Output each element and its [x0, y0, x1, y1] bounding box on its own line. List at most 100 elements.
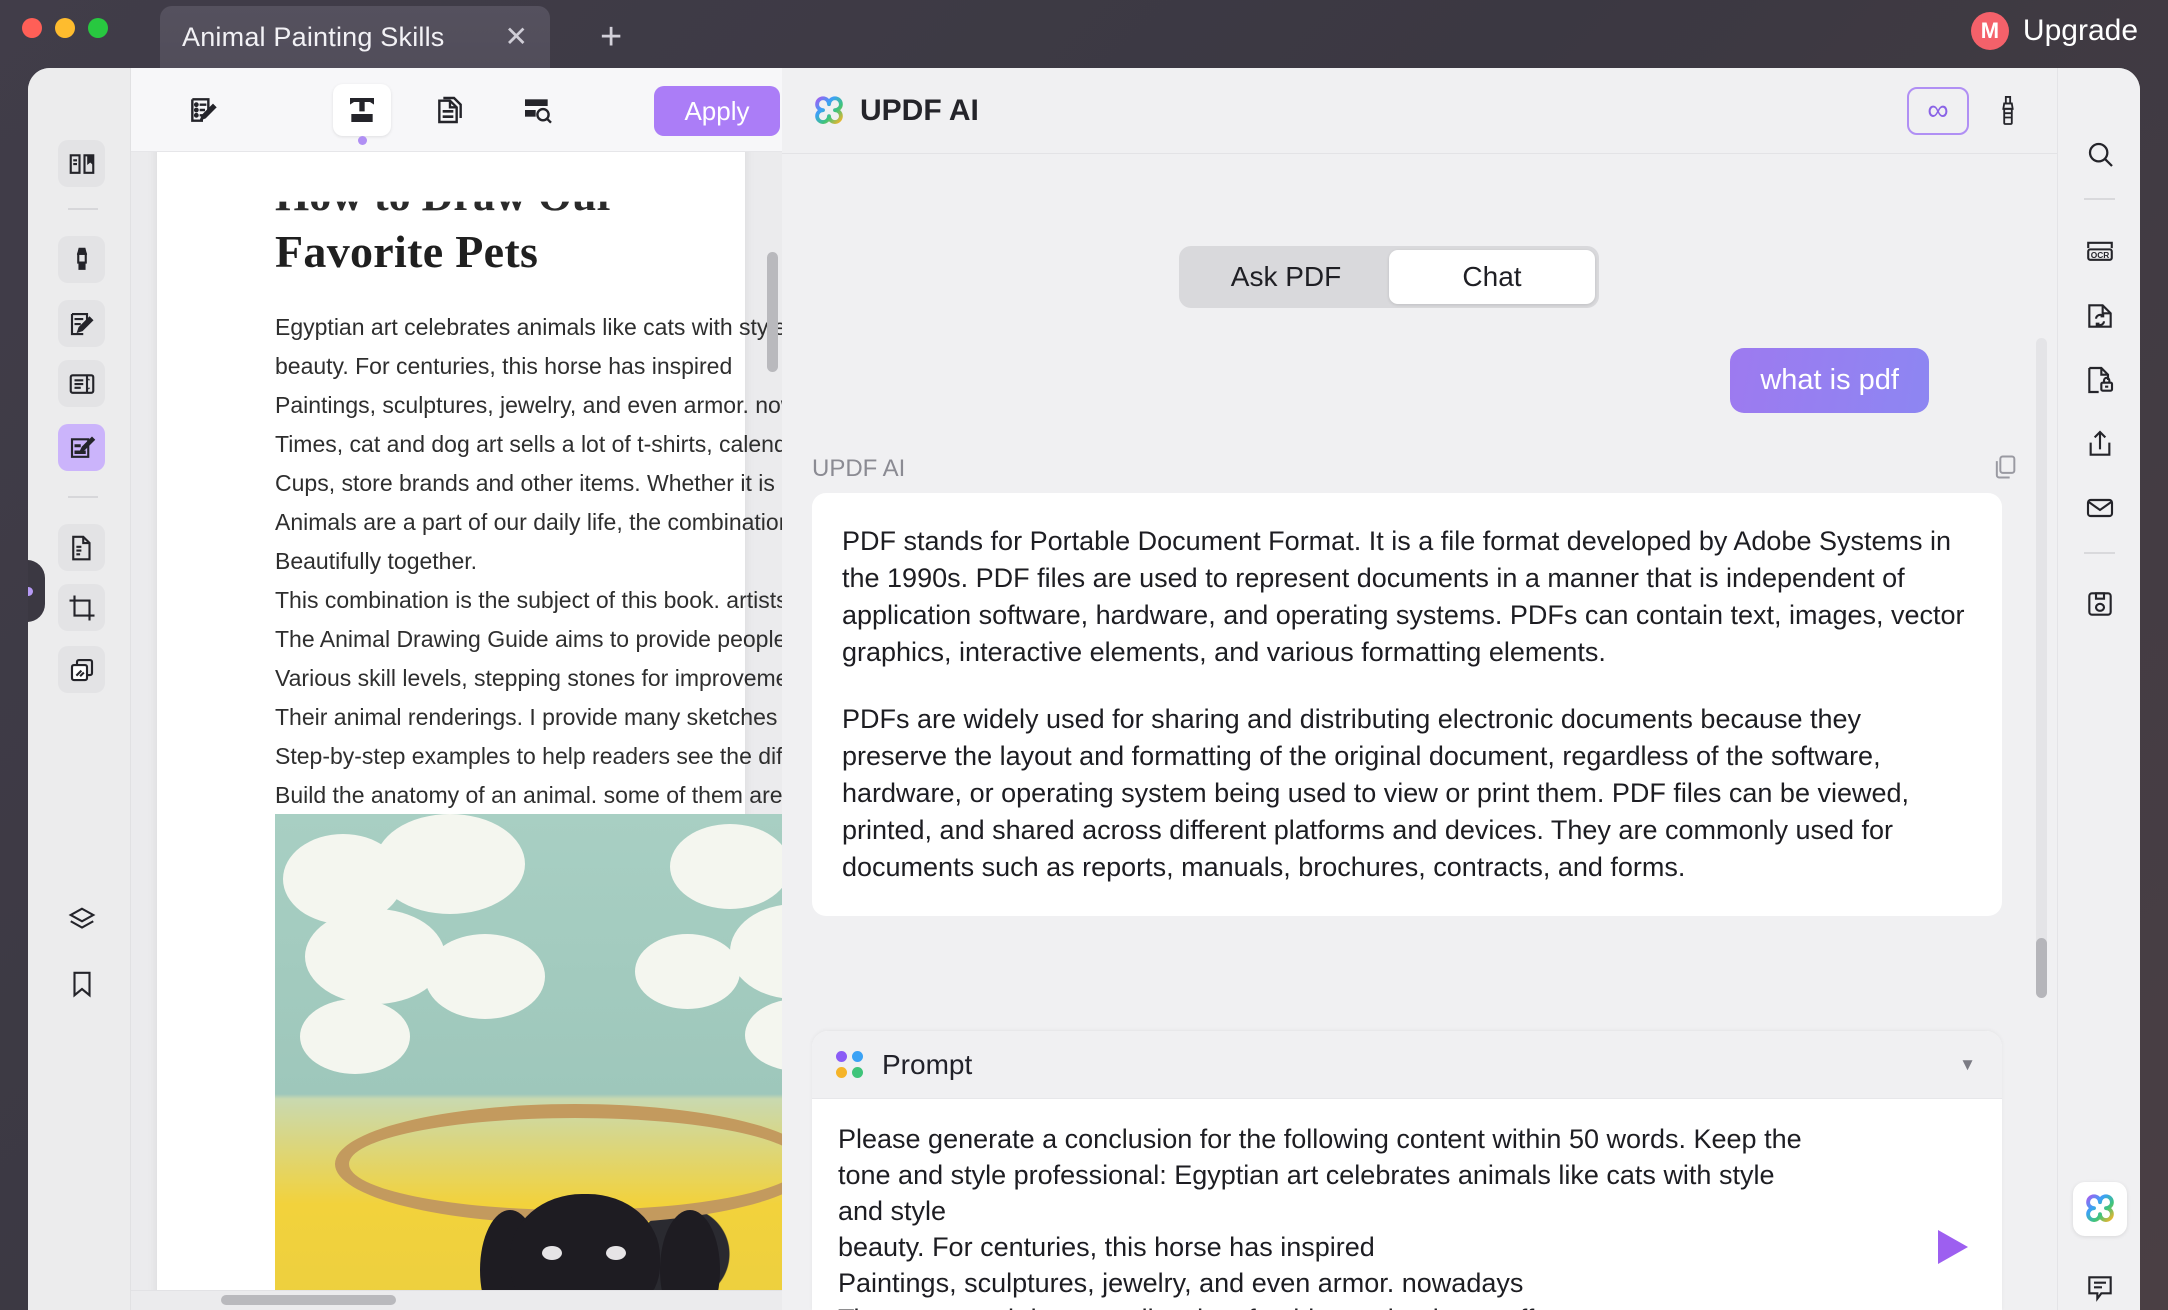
edit-list-icon: [187, 94, 219, 126]
tool-text[interactable]: [333, 83, 391, 136]
sidebar-collapse-handle[interactable]: [28, 560, 45, 622]
sidebar-item-edit[interactable]: [58, 300, 105, 347]
marker-icon: [67, 245, 97, 275]
rightbar-share[interactable]: [2076, 420, 2123, 467]
sidebar-item-reader[interactable]: [58, 140, 105, 187]
plus-icon[interactable]: +: [600, 18, 622, 56]
edit-document-icon: [67, 309, 97, 339]
sidebar-item-sign[interactable]: [58, 424, 105, 471]
avatar: M: [1970, 12, 2009, 50]
sidebar-item-bookmark[interactable]: [58, 960, 105, 1007]
tool-recognize[interactable]: [508, 84, 566, 136]
chevron-down-icon[interactable]: ▼: [1959, 1055, 1976, 1075]
prompt-line: Please generate a conclusion for the fol…: [838, 1124, 1802, 1154]
ai-panel-title: UPDF AI: [860, 93, 979, 127]
rightbar-convert[interactable]: [2076, 292, 2123, 339]
close-icon[interactable]: ✕: [505, 23, 528, 51]
sidebar-item-crop[interactable]: [58, 584, 105, 631]
updf-ai-logo-icon: [2083, 1192, 2117, 1226]
book-reader-icon: [67, 149, 97, 179]
document-line: Egyptian art celebrates animals like cat…: [275, 314, 782, 340]
assistant-name: UPDF AI: [812, 455, 906, 482]
right-divider-2: [2084, 552, 2115, 554]
rightbar-updf-ai[interactable]: [2073, 1182, 2127, 1236]
document-line: Times, cat and dog art sells a lot of t-…: [275, 431, 782, 457]
tool-pages[interactable]: [421, 84, 479, 136]
sidebar-item-highlight[interactable]: [58, 236, 105, 283]
text-search-icon: [521, 94, 553, 126]
sidebar-item-layers[interactable]: [58, 896, 105, 943]
sidebar-divider-2: [68, 496, 98, 498]
prompt-line: beauty. For centuries, this horse has in…: [838, 1232, 1375, 1262]
prompt-header[interactable]: Prompt ▼: [812, 1031, 2002, 1099]
protect-lock-icon: [2084, 364, 2116, 396]
layers-icon: [67, 905, 97, 935]
tool-edit-text[interactable]: [174, 84, 232, 136]
maximize-window-button[interactable]: [88, 18, 108, 38]
window-controls: [22, 18, 108, 38]
document-line: beauty. For centuries, this horse has in…: [275, 353, 733, 379]
prompt-text[interactable]: Please generate a conclusion for the fol…: [812, 1099, 2002, 1310]
comment-icon: [2084, 1272, 2116, 1304]
page-organize-icon: [67, 533, 97, 563]
brush-clear-icon[interactable]: [1995, 94, 2021, 128]
pages-icon: [434, 94, 466, 126]
ai-mode-switch[interactable]: Ask PDF Chat: [1179, 246, 1599, 308]
document-line: Their animal renderings. I provide many …: [275, 704, 778, 730]
ai-panel-header: UPDF AI ∞: [782, 68, 2057, 154]
search-icon: [2084, 138, 2116, 170]
sidebar-item-organize[interactable]: [58, 524, 105, 571]
upgrade-button[interactable]: M Upgrade: [1963, 6, 2152, 56]
document-tab[interactable]: Animal Painting Skills ✕: [160, 6, 550, 68]
updf-ai-logo-icon: [812, 94, 846, 128]
rightbar-email[interactable]: [2076, 484, 2123, 531]
pdf-viewer[interactable]: How to Draw Our Favorite Pets Egyptian a…: [131, 152, 782, 1310]
assistant-message: PDF stands for Portable Document Format.…: [812, 493, 2002, 916]
pdf-page-content: How to Draw Our Favorite Pets Egyptian a…: [275, 170, 782, 854]
title-bar: Animal Painting Skills ✕ + M Upgrade: [0, 0, 2168, 68]
app-body: Apply How to Draw Our Favorite Pets Egyp…: [28, 68, 2140, 1310]
close-window-button[interactable]: [22, 18, 42, 38]
tab-chat[interactable]: Chat: [1389, 250, 1595, 304]
tab-ask-pdf[interactable]: Ask PDF: [1183, 250, 1389, 304]
document-body: Egyptian art celebrates animals like cat…: [275, 308, 782, 854]
svg-text:OCR: OCR: [2090, 249, 2109, 259]
editor-toolbar: Apply: [131, 68, 782, 152]
form-fields-icon: [67, 369, 97, 399]
right-divider-1: [2084, 198, 2115, 200]
rightbar-comment[interactable]: [2076, 1264, 2123, 1310]
infinity-icon[interactable]: ∞: [1907, 86, 1969, 135]
send-icon[interactable]: [1938, 1230, 1968, 1264]
bookmark-icon: [67, 969, 97, 999]
app-window: Animal Painting Skills ✕ + M Upgrade App…: [0, 0, 2168, 1310]
rightbar-ocr[interactable]: OCR: [2076, 228, 2123, 275]
sidebar-item-compare[interactable]: [58, 646, 105, 693]
apply-button[interactable]: Apply: [654, 86, 780, 136]
save-icon: [2084, 588, 2116, 620]
document-line: Beautifully together.: [275, 548, 478, 574]
tool-text-indicator: [358, 136, 367, 145]
document-line: Animals are a part of our daily life, th…: [275, 509, 782, 535]
upgrade-label: Upgrade: [2022, 14, 2138, 47]
copy-icon[interactable]: [1991, 453, 2019, 481]
rightbar-search[interactable]: [2076, 130, 2123, 177]
left-sidebar: [28, 68, 131, 1310]
chat-scrollbar[interactable]: [2036, 338, 2047, 998]
rightbar-save[interactable]: [2076, 580, 2123, 627]
share-icon: [2084, 428, 2116, 460]
document-line: Cups, store brands and other items. Whet…: [275, 470, 782, 496]
pdf-horizontal-scrollbar[interactable]: [221, 1295, 396, 1305]
pdf-vertical-scrollbar[interactable]: [767, 252, 778, 372]
pdf-horizontal-scrollbar-track[interactable]: [131, 1290, 782, 1310]
prompt-line: and style: [838, 1196, 947, 1226]
prompt-line: tone and style professional: Egyptian ar…: [838, 1160, 1775, 1190]
minimize-window-button[interactable]: [55, 18, 75, 38]
rightbar-protect[interactable]: [2076, 356, 2123, 403]
document-line: The Animal Drawing Guide aims to provide…: [275, 626, 782, 652]
assistant-paragraph: PDFs are widely used for sharing and dis…: [842, 704, 1910, 882]
document-pretitle: How to Draw Our: [275, 171, 616, 220]
document-line: Various skill levels, stepping stones fo…: [275, 665, 782, 691]
email-icon: [2084, 492, 2116, 524]
sidebar-item-form[interactable]: [58, 360, 105, 407]
crop-icon: [67, 593, 97, 623]
